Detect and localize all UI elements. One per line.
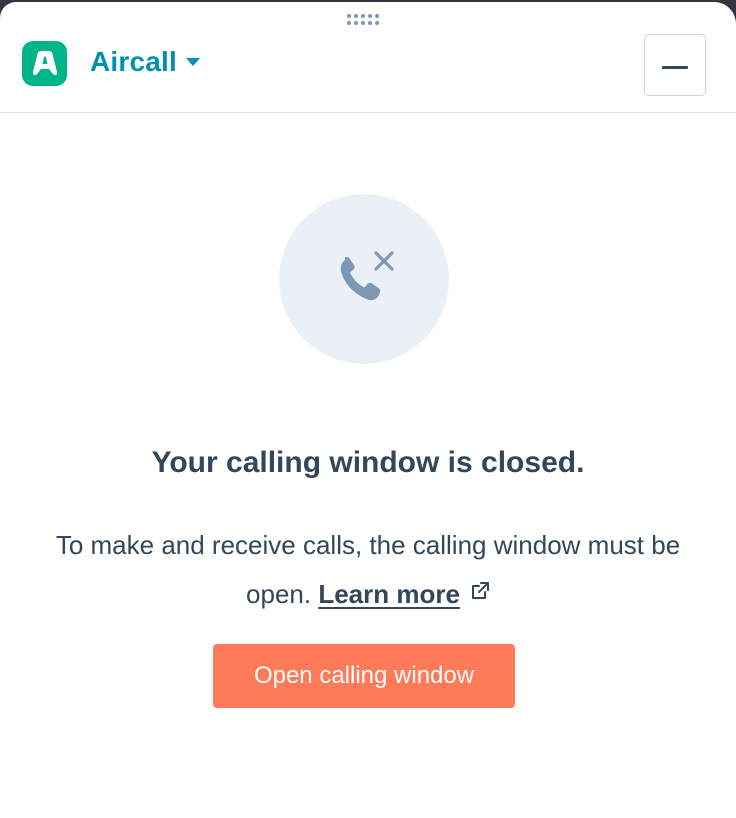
external-link-icon[interactable] — [470, 569, 490, 616]
status-description: To make and receive calls, the calling w… — [50, 522, 686, 618]
aircall-logo-icon — [22, 41, 67, 86]
minimize-icon — [662, 58, 688, 73]
learn-more-link[interactable]: Learn more — [318, 579, 460, 609]
phone-x-icon — [329, 242, 399, 317]
widget-header: Aircall — [0, 2, 736, 113]
app-name: Aircall — [90, 46, 177, 77]
minimize-button[interactable] — [644, 34, 706, 96]
status-illustration — [279, 194, 449, 364]
caret-down-icon — [185, 54, 201, 72]
calling-widget-panel: Aircall Your calling window is closed. T… — [0, 2, 736, 818]
status-title: Your calling window is closed. — [151, 446, 585, 479]
open-calling-window-button[interactable]: Open calling window — [213, 644, 515, 708]
app-switcher-dropdown[interactable]: Aircall — [90, 46, 201, 78]
